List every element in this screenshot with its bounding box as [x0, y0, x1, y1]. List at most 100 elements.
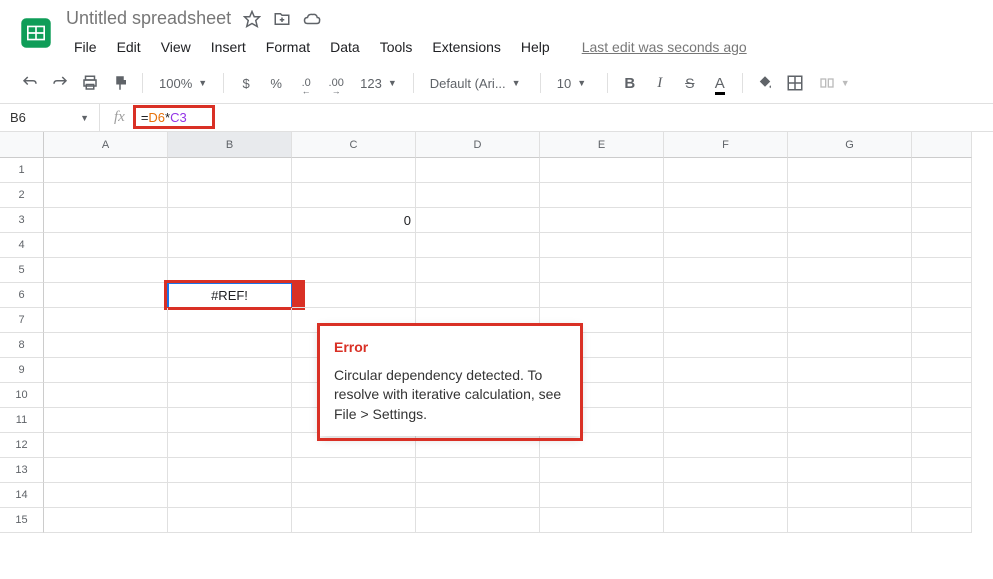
cell[interactable]	[540, 258, 664, 283]
cell[interactable]	[664, 433, 788, 458]
row-header[interactable]: 13	[0, 458, 44, 483]
cell[interactable]	[44, 308, 168, 333]
cell[interactable]	[44, 283, 168, 308]
cell[interactable]	[912, 183, 972, 208]
cell[interactable]	[44, 183, 168, 208]
cell[interactable]	[44, 433, 168, 458]
cell[interactable]	[44, 383, 168, 408]
merge-button[interactable]: ▼	[811, 71, 858, 95]
cell[interactable]	[292, 458, 416, 483]
cell[interactable]	[664, 408, 788, 433]
cell[interactable]	[416, 233, 540, 258]
italic-button[interactable]: I	[646, 69, 674, 97]
star-icon[interactable]	[243, 10, 261, 28]
cell[interactable]	[416, 183, 540, 208]
cell[interactable]	[168, 333, 292, 358]
row-header[interactable]: 11	[0, 408, 44, 433]
cell[interactable]	[540, 233, 664, 258]
col-header[interactable]: F	[664, 132, 788, 158]
menu-help[interactable]: Help	[513, 35, 558, 59]
cell[interactable]	[788, 458, 912, 483]
cell[interactable]	[292, 258, 416, 283]
cell[interactable]	[788, 358, 912, 383]
font-size-select[interactable]: 10▼	[549, 72, 599, 95]
cloud-icon[interactable]	[303, 10, 321, 28]
menu-insert[interactable]: Insert	[203, 35, 254, 59]
cell[interactable]	[416, 258, 540, 283]
cell[interactable]	[788, 508, 912, 533]
cell[interactable]	[168, 508, 292, 533]
cell[interactable]	[912, 408, 972, 433]
cell[interactable]	[664, 258, 788, 283]
col-header[interactable]: G	[788, 132, 912, 158]
cell[interactable]	[540, 483, 664, 508]
cell[interactable]	[292, 183, 416, 208]
cell[interactable]	[292, 283, 416, 308]
cell[interactable]	[540, 283, 664, 308]
row-header[interactable]: 9	[0, 358, 44, 383]
cell[interactable]	[664, 233, 788, 258]
cell[interactable]	[912, 358, 972, 383]
cell[interactable]	[788, 183, 912, 208]
cell-B6-selected[interactable]: #REF!	[168, 283, 292, 308]
cell[interactable]	[168, 258, 292, 283]
row-header[interactable]: 3	[0, 208, 44, 233]
cell[interactable]	[168, 233, 292, 258]
cell[interactable]	[912, 433, 972, 458]
cell[interactable]	[44, 258, 168, 283]
cell[interactable]	[540, 183, 664, 208]
cell-C3[interactable]: 0	[292, 208, 416, 233]
cell[interactable]	[664, 158, 788, 183]
zoom-select[interactable]: 100%▼	[151, 72, 215, 95]
cell[interactable]	[912, 508, 972, 533]
cell[interactable]	[292, 508, 416, 533]
font-select[interactable]: Default (Ari...▼	[422, 72, 532, 95]
cell[interactable]	[292, 483, 416, 508]
currency-button[interactable]: $	[232, 69, 260, 97]
cell[interactable]	[416, 158, 540, 183]
menu-extensions[interactable]: Extensions	[424, 35, 508, 59]
cell[interactable]	[540, 208, 664, 233]
borders-button[interactable]	[781, 69, 809, 97]
cell[interactable]	[788, 308, 912, 333]
cell[interactable]	[664, 308, 788, 333]
cell[interactable]	[788, 158, 912, 183]
cell[interactable]	[912, 208, 972, 233]
row-header[interactable]: 7	[0, 308, 44, 333]
row-header[interactable]: 5	[0, 258, 44, 283]
sheets-logo[interactable]	[16, 8, 56, 58]
cell[interactable]	[912, 483, 972, 508]
doc-title[interactable]: Untitled spreadsheet	[66, 8, 231, 29]
cell[interactable]	[416, 433, 540, 458]
cell[interactable]	[168, 183, 292, 208]
bold-button[interactable]: B	[616, 69, 644, 97]
cell[interactable]	[416, 208, 540, 233]
cell[interactable]	[664, 508, 788, 533]
cell[interactable]	[44, 408, 168, 433]
cell[interactable]	[168, 208, 292, 233]
cell[interactable]	[664, 333, 788, 358]
cell[interactable]	[664, 458, 788, 483]
row-header[interactable]: 4	[0, 233, 44, 258]
cell[interactable]	[912, 258, 972, 283]
move-icon[interactable]	[273, 10, 291, 28]
cell[interactable]	[44, 208, 168, 233]
cell[interactable]	[44, 458, 168, 483]
strikethrough-button[interactable]: S	[676, 69, 704, 97]
fill-color-button[interactable]	[751, 69, 779, 97]
cell[interactable]	[44, 233, 168, 258]
cell[interactable]	[416, 508, 540, 533]
cell[interactable]	[788, 408, 912, 433]
menu-file[interactable]: File	[66, 35, 105, 59]
menu-format[interactable]: Format	[258, 35, 318, 59]
cell[interactable]	[788, 383, 912, 408]
cell[interactable]	[168, 483, 292, 508]
row-header[interactable]: 8	[0, 333, 44, 358]
cell[interactable]	[168, 158, 292, 183]
row-header[interactable]: 2	[0, 183, 44, 208]
cell[interactable]	[416, 458, 540, 483]
col-header[interactable]	[912, 132, 972, 158]
col-header[interactable]: E	[540, 132, 664, 158]
row-header[interactable]: 15	[0, 508, 44, 533]
cell[interactable]	[292, 233, 416, 258]
